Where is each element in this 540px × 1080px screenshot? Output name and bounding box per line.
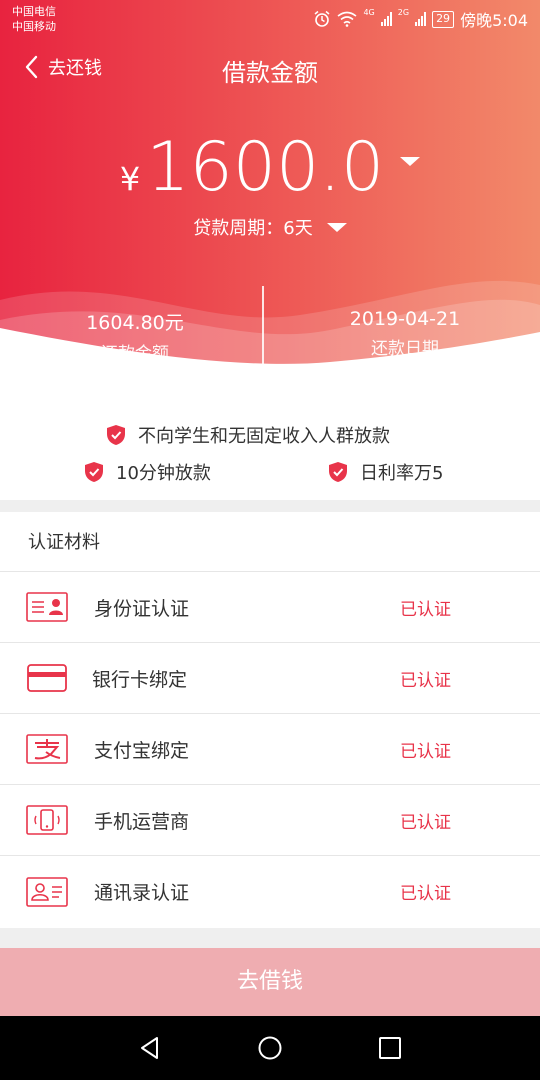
network-type-2: 2G <box>397 8 410 17</box>
carrier-info: 中国电信 中国移动 <box>12 4 56 34</box>
period-label: 贷款周期：6天 <box>193 218 313 239</box>
cert-item-name: 手机运营商 <box>94 810 190 833</box>
feature-list: 不向学生和无固定收入人群放款 10分钟放款 日利率万5 <box>0 412 540 500</box>
nav-bar: 去还钱 借款金额 <box>0 45 540 95</box>
header-banner: 中国电信 中国移动 4G 2G 29 傍晚5:04 去还钱 借款金额 ¥ 160… <box>0 0 540 380</box>
cert-item-alipay[interactable]: 支付宝绑定 已认证 <box>0 714 540 785</box>
period-selector[interactable]: 贷款周期：6天 <box>0 214 540 240</box>
cert-status: 已认证 <box>400 599 451 620</box>
recents-square-icon[interactable] <box>376 1034 404 1062</box>
cert-status: 已认证 <box>400 670 451 691</box>
cert-item-contacts[interactable]: 通讯录认证 已认证 <box>0 856 540 927</box>
status-bar: 中国电信 中国移动 4G 2G 29 傍晚5:04 <box>0 0 540 40</box>
cert-status: 已认证 <box>400 884 451 904</box>
shield-check-icon <box>329 462 347 482</box>
battery-icon: 29 <box>432 10 455 28</box>
id-card-icon <box>26 592 68 622</box>
cert-item-id-card[interactable]: 身份证认证 已认证 <box>0 572 540 643</box>
repayment-summary: 1604.80元 还款金额 2019-04-21 还款日期 <box>0 286 540 370</box>
spacer <box>0 378 540 412</box>
cert-item-name: 通讯录认证 <box>94 882 190 904</box>
repay-date-label: 还款日期 <box>371 339 439 359</box>
cert-item-bank-card[interactable]: 银行卡绑定 已认证 <box>0 643 540 714</box>
currency-symbol: ¥ <box>119 160 141 198</box>
repay-date-block: 2019-04-21 还款日期 <box>270 290 540 370</box>
amount-selector[interactable]: ¥ 1600.0 <box>0 128 540 208</box>
borrow-button[interactable]: 去借钱 <box>0 948 540 1016</box>
network-type-1: 4G <box>363 8 375 17</box>
repay-date-value: 2019-04-21 <box>349 308 461 330</box>
section-gap <box>0 928 540 948</box>
certification-section: 认证材料 身份证认证 已认证 银行卡绑定 已认证 支付宝绑定 已认证 手机运营商… <box>0 512 540 928</box>
home-circle-icon[interactable] <box>256 1034 284 1062</box>
section-title: 认证材料 <box>0 512 540 572</box>
phone-icon <box>26 805 68 835</box>
cert-status: 已认证 <box>400 741 451 762</box>
feature-item: 不向学生和无固定收入人群放款 <box>106 422 390 448</box>
repay-amount-value: 1604.80元 <box>86 312 184 334</box>
status-icons: 4G 2G 29 傍晚5:04 <box>313 6 528 32</box>
system-nav-bar <box>0 1016 540 1080</box>
loan-amount: 1600.0 <box>146 128 385 207</box>
feature-text: 日利率万5 <box>360 463 444 484</box>
shield-check-icon <box>107 425 125 445</box>
feature-text: 10分钟放款 <box>116 463 211 484</box>
page-title: 借款金额 <box>222 59 318 87</box>
cert-item-name: 银行卡绑定 <box>92 668 188 691</box>
alarm-icon <box>314 10 330 27</box>
section-gap <box>0 500 540 512</box>
signal-icon-2 <box>415 12 427 26</box>
repay-amount-block: 1604.80元 还款金额 <box>0 290 270 370</box>
carrier-1: 中国电信 <box>12 5 56 18</box>
contacts-icon <box>26 876 68 907</box>
feature-text: 不向学生和无固定收入人群放款 <box>138 426 390 447</box>
signal-icon <box>380 12 392 26</box>
bank-card-icon <box>27 664 67 692</box>
cert-status: 已认证 <box>400 812 451 833</box>
shield-check-icon <box>85 462 103 482</box>
alipay-icon <box>26 734 68 764</box>
summary-divider <box>262 286 264 364</box>
back-triangle-icon[interactable] <box>136 1034 164 1062</box>
feature-item: 10分钟放款 <box>84 459 211 485</box>
carrier-2: 中国移动 <box>12 20 56 33</box>
caret-down-icon[interactable] <box>400 157 421 166</box>
repay-amount-label: 还款金额 <box>101 344 169 364</box>
wifi-icon <box>337 11 357 27</box>
feature-item: 日利率万5 <box>328 459 443 485</box>
cert-item-name: 身份证认证 <box>94 597 190 620</box>
caret-down-icon[interactable] <box>326 222 347 232</box>
cert-item-name: 支付宝绑定 <box>94 739 190 762</box>
clock: 傍晚5:04 <box>460 11 528 30</box>
cert-item-carrier[interactable]: 手机运营商 已认证 <box>0 785 540 856</box>
